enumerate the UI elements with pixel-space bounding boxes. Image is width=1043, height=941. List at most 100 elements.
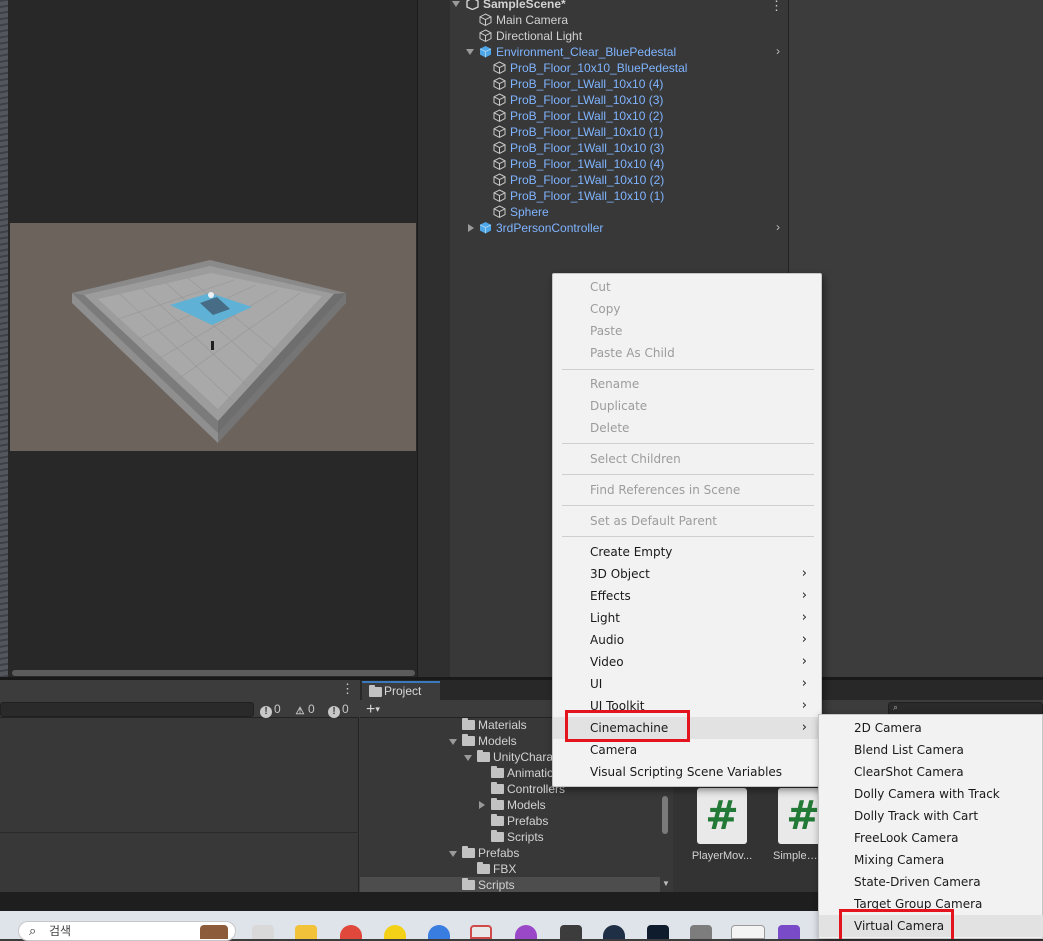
folder-collapse-arrow[interactable] (479, 801, 485, 809)
folder-materials[interactable]: Materials (462, 717, 527, 733)
error-icon: ! (260, 706, 272, 718)
file-explorer-icon[interactable] (295, 925, 317, 939)
unity-hub-icon[interactable] (690, 925, 712, 939)
console-message-badge[interactable]: ! 0 (328, 701, 349, 718)
submenu-item-dolly-camera-with-track[interactable]: Dolly Camera with Track (819, 783, 1043, 805)
app-icon-red[interactable] (470, 925, 492, 939)
submenu-item-mixing-camera[interactable]: Mixing Camera (819, 849, 1043, 871)
submenu-item-2d-camera[interactable]: 2D Camera (819, 717, 1043, 739)
folder-animations[interactable]: Animatio (491, 765, 554, 781)
folder-prefabs-sub[interactable]: Prefabs (491, 813, 548, 829)
menu-item-light[interactable]: Light › (553, 607, 821, 629)
folder-label: Models (507, 798, 546, 812)
hierarchy-item-lwall-3[interactable]: ProB_Floor_LWall_10x10 (3) (493, 92, 663, 108)
hierarchy-item-1wall-3[interactable]: ProB_Floor_1Wall_10x10 (3) (493, 140, 664, 156)
gameobject-cube-icon (479, 13, 492, 26)
submenu-item-blend-list-camera[interactable]: Blend List Camera (819, 739, 1043, 761)
folder-label: Prefabs (478, 846, 520, 860)
cinemachine-highlight-box (565, 710, 690, 742)
folder-scripts-sub[interactable]: Scripts (491, 829, 544, 845)
hierarchy-item-label: ProB_Floor_LWall_10x10 (2) (510, 109, 664, 123)
menu-item-visual-scripting-scene-variables[interactable]: Visual Scripting Scene Variables (553, 761, 821, 783)
game-viewport[interactable] (10, 223, 416, 451)
menu-item-video[interactable]: Video › (553, 651, 821, 673)
folder-fbx[interactable]: FBX (477, 861, 516, 877)
hierarchy-item-label: ProB_Floor_LWall_10x10 (1) (510, 125, 664, 139)
tree-scrollbar-thumb[interactable] (662, 796, 668, 834)
hierarchy-item-environment[interactable]: Environment_Clear_BluePedestal (479, 44, 676, 60)
menu-item-create-empty[interactable]: Create Empty (553, 541, 821, 563)
unity-editor-icon[interactable] (731, 925, 765, 939)
chevron-right-icon: › (801, 676, 807, 691)
gameobject-cube-icon (493, 77, 506, 90)
hierarchy-item-label: ProB_Floor_1Wall_10x10 (2) (510, 173, 665, 187)
menu-item-3d-object[interactable]: 3D Object › (553, 563, 821, 585)
controller-open-prefab-chevron[interactable]: › (776, 220, 780, 234)
scene-root[interactable]: SampleScene* (466, 0, 566, 12)
console-search-input[interactable] (0, 702, 254, 717)
visual-studio-icon[interactable] (778, 925, 800, 939)
gameobject-cube-icon (493, 173, 506, 186)
hierarchy-menu-icon[interactable]: ⋮ (770, 0, 783, 14)
console-warning-badge[interactable]: ⚠ 0 (294, 701, 315, 717)
menu-item-camera[interactable]: Camera (553, 739, 821, 761)
folder-label: Prefabs (507, 814, 549, 828)
tab-project[interactable]: Project (362, 681, 440, 700)
app-icon-game[interactable] (200, 925, 228, 939)
submenu-item-state-driven-camera[interactable]: State-Driven Camera (819, 871, 1043, 893)
folder-open-icon (462, 734, 475, 746)
hierarchy-item-sphere[interactable]: Sphere (493, 204, 549, 220)
scroll-down-arrow[interactable]: ▼ (662, 879, 670, 888)
hierarchy-item-1wall-2[interactable]: ProB_Floor_1Wall_10x10 (2) (493, 172, 664, 188)
environment-foldout-arrow[interactable] (466, 49, 474, 55)
environment-open-prefab-chevron[interactable]: › (776, 44, 780, 58)
folder-models-sub[interactable]: Models (491, 797, 546, 813)
hierarchy-item-main-camera[interactable]: Main Camera (479, 12, 568, 28)
folder-icon (491, 798, 504, 810)
submenu-item-freelook-camera[interactable]: FreeLook Camera (819, 827, 1043, 849)
scene-foldout-arrow[interactable] (452, 1, 460, 7)
hierarchy-item-3rdperson-controller[interactable]: 3rdPersonController (479, 220, 603, 236)
app-icon-navy[interactable] (647, 925, 669, 939)
menu-item-effects[interactable]: Effects › (553, 585, 821, 607)
folder-expand-arrow[interactable] (449, 851, 457, 857)
menu-item-select-children: Select Children (553, 448, 821, 470)
menu-item-label: FreeLook Camera (854, 831, 959, 845)
console-error-badge[interactable]: ! 0 (260, 701, 281, 718)
menu-item-audio[interactable]: Audio › (553, 629, 821, 651)
hierarchy-item-lwall-4[interactable]: ProB_Floor_LWall_10x10 (4) (493, 76, 663, 92)
gameobject-cube-icon (493, 205, 506, 218)
folder-unitychara[interactable]: UnityChara (477, 749, 553, 765)
menu-separator (562, 369, 814, 370)
console-menu-icon[interactable]: ⋮ (341, 681, 354, 697)
folder-label: Scripts (507, 830, 544, 844)
app-icon-notes[interactable] (252, 925, 274, 939)
gameobject-cube-icon (493, 109, 506, 122)
hierarchy-item-directional-light[interactable]: Directional Light (479, 28, 582, 44)
hierarchy-item-floor-bluepedestal[interactable]: ProB_Floor_10x10_BluePedestal (493, 60, 687, 76)
menu-item-label: Find References in Scene (590, 483, 741, 497)
hierarchy-item-1wall-4[interactable]: ProB_Floor_1Wall_10x10 (4) (493, 156, 664, 172)
folder-prefabs[interactable]: Prefabs (462, 845, 519, 861)
folder-scripts[interactable]: Scripts (360, 877, 660, 893)
gameobject-cube-icon (479, 29, 492, 42)
app-icon-dark[interactable] (560, 925, 582, 939)
hierarchy-item-lwall-1[interactable]: ProB_Floor_LWall_10x10 (1) (493, 124, 663, 140)
hierarchy-item-lwall-2[interactable]: ProB_Floor_LWall_10x10 (2) (493, 108, 663, 124)
create-plus-button[interactable]: +▾ (366, 700, 380, 719)
folder-expand-arrow[interactable] (464, 755, 472, 761)
menu-item-label: UI (590, 677, 603, 691)
menu-separator (562, 474, 814, 475)
controller-foldout-arrow[interactable] (468, 224, 474, 232)
hierarchy-item-label: Directional Light (496, 29, 583, 43)
submenu-item-clearshot-camera[interactable]: ClearShot Camera (819, 761, 1043, 783)
gameobject-cube-icon (493, 157, 506, 170)
submenu-item-dolly-track-with-cart[interactable]: Dolly Track with Cart (819, 805, 1043, 827)
menu-item-label: Effects (590, 589, 631, 603)
game-view-scrollbar[interactable] (12, 670, 415, 676)
script-file-icon[interactable]: # (697, 788, 747, 844)
hierarchy-item-1wall-1[interactable]: ProB_Floor_1Wall_10x10 (1) (493, 188, 664, 204)
menu-item-ui[interactable]: UI › (553, 673, 821, 695)
folder-models[interactable]: Models (462, 733, 517, 749)
folder-expand-arrow[interactable] (449, 739, 457, 745)
